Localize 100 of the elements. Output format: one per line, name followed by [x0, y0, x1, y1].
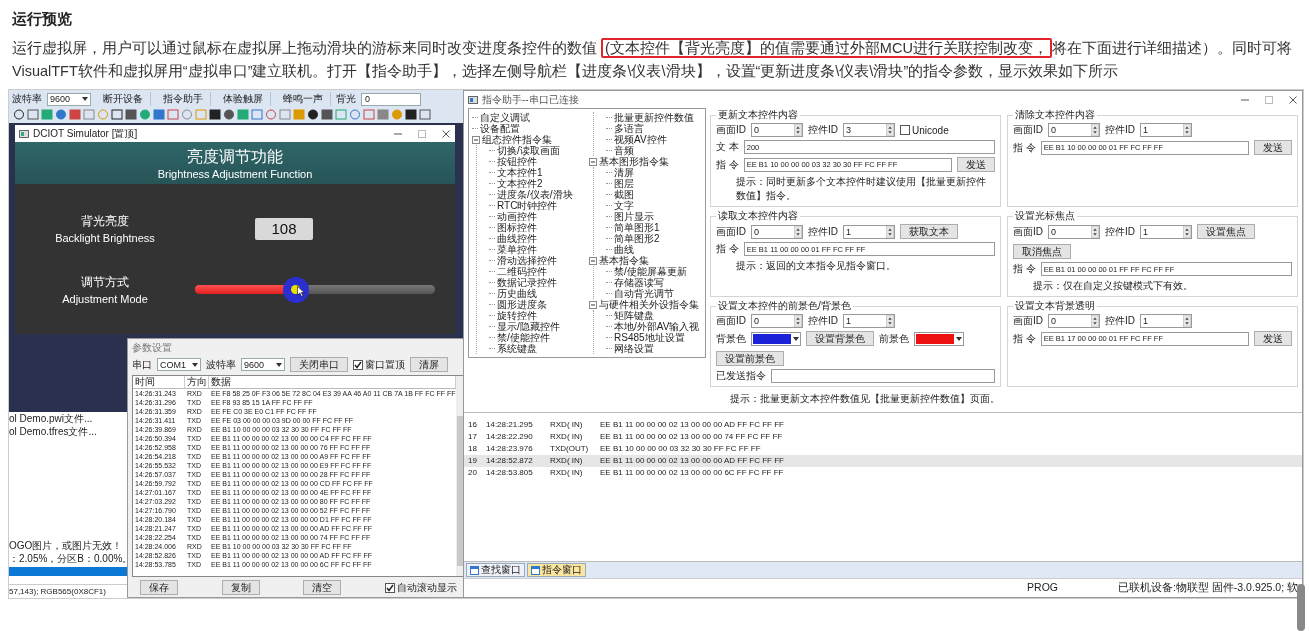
close-port-button[interactable]: 关闭串口 [290, 357, 348, 372]
action-button[interactable]: 发送 [1254, 140, 1292, 155]
color-dropdown[interactable] [751, 331, 801, 346]
action-button[interactable]: 取消焦点 [1013, 244, 1071, 259]
number-spinner[interactable]: 1 [1140, 224, 1192, 239]
port-dropdown[interactable]: COM1 [157, 358, 201, 371]
clear-button[interactable]: 清屏 [410, 357, 448, 372]
window-tab[interactable]: 查找窗口 [466, 563, 525, 577]
tree-item[interactable]: 系统键盘 [497, 343, 537, 354]
number-spinner[interactable]: 3 [843, 123, 895, 137]
tree-item[interactable]: 数据记录控件 [497, 277, 557, 288]
tree-item[interactable]: 矩阵键盘 [614, 310, 654, 321]
tree-item[interactable]: 音频 [614, 145, 634, 156]
tree-item[interactable]: 多语言 [614, 123, 644, 134]
tree-item[interactable]: 按钮控件 [497, 156, 537, 167]
checkbox[interactable]: 自动滚动显示 [384, 580, 457, 595]
tree-item[interactable]: 基本图形指令集 [599, 156, 669, 167]
tree-item[interactable]: 本地/外部AV输入视 [614, 321, 700, 332]
action-button[interactable]: 清空 [303, 580, 342, 595]
tree-item[interactable]: 禁/使能屏幕更新 [614, 266, 687, 277]
close-icon[interactable] [441, 128, 451, 139]
action-button[interactable]: 复制 [221, 580, 260, 595]
collapse-icon[interactable] [589, 256, 597, 265]
tree-item[interactable]: 设备配置 [480, 123, 520, 134]
tree-item[interactable]: 动画控件 [497, 211, 537, 222]
action-button[interactable]: 保存 [140, 580, 178, 595]
maximize-icon[interactable] [417, 128, 427, 139]
action-button[interactable]: 设置背景色 [806, 331, 874, 346]
baud-dropdown[interactable]: 9600 [47, 92, 91, 106]
log-row[interactable]: 18 14:28:23.976 TXD(OUT) EE B1 10 00 00 00 03 32 30 30 FF FC FF FF [464, 443, 1302, 455]
tree-item[interactable]: 图层 [614, 178, 634, 189]
tree-item[interactable]: 存储器读写 [614, 277, 664, 288]
baud-dropdown[interactable]: 9600 [241, 358, 285, 371]
page-scrollbar[interactable] [1297, 584, 1305, 631]
tree-item[interactable]: 图片显示 [614, 211, 654, 222]
text-field[interactable] [771, 369, 995, 383]
action-button[interactable]: 发送 [957, 157, 995, 172]
action-button[interactable]: 设置前景色 [716, 351, 784, 366]
number-spinner[interactable]: 1 [1140, 123, 1192, 137]
scrollbar-drawing[interactable] [455, 376, 464, 576]
tree-item[interactable]: 圆形进度条 [497, 299, 547, 310]
tree-item[interactable]: 文本控件2 [497, 178, 543, 189]
tree-item[interactable]: 二维码控件 [497, 266, 547, 277]
tree-item[interactable]: 历史曲线 [497, 288, 537, 299]
tree-item[interactable]: 切换/读取画面 [497, 145, 560, 156]
number-spinner[interactable]: 1 [1140, 314, 1192, 328]
action-button[interactable]: 获取文本 [900, 224, 958, 239]
tree-item[interactable]: 禁/使能控件 [497, 332, 550, 343]
collapse-icon[interactable] [589, 157, 597, 166]
tree-item[interactable]: 文本控件1 [497, 167, 543, 178]
checkbox[interactable]: 窗口置顶 [353, 357, 405, 372]
tree-item[interactable]: 显示/隐藏控件 [497, 321, 560, 332]
color-dropdown[interactable] [914, 331, 964, 346]
number-spinner[interactable]: 1 [843, 314, 895, 328]
log-row[interactable]: 19 14:28:52.872 RXD( IN) EE B1 11 00 00 00 02 13 00 00 00 AD FF FC FF FF [464, 455, 1302, 467]
tree-item[interactable]: 图标控件 [497, 222, 537, 233]
number-spinner[interactable]: 1 [843, 224, 895, 239]
tree-item[interactable]: 文字 [614, 200, 634, 211]
number-spinner[interactable]: 0 [751, 123, 803, 137]
maximize-icon[interactable] [1264, 94, 1274, 105]
slider-thumb[interactable] [282, 276, 309, 303]
log-row[interactable]: 17 14:28:22.290 RXD( IN) EE B1 11 00 00 00 02 13 00 00 00 74 FF FC FF FF [464, 431, 1302, 443]
tree-item[interactable]: 自定义调试 [480, 112, 530, 123]
tree-item[interactable]: 曲线 [614, 244, 634, 255]
action-button[interactable]: 设置焦点 [1197, 224, 1255, 239]
toolbar-button[interactable]: 断开设备 [96, 92, 151, 106]
backlight-field[interactable]: 0 [361, 92, 421, 106]
tree-item[interactable]: 旋转控件 [497, 310, 537, 321]
tree-item[interactable]: 截图 [614, 189, 634, 200]
tree-item[interactable]: 基本指令集 [599, 255, 649, 266]
tree-item[interactable]: RS485地址设置 [614, 332, 685, 343]
number-spinner[interactable]: 0 [1048, 123, 1100, 137]
tree-item[interactable]: 菜单控件 [497, 244, 537, 255]
tree-item[interactable]: 网络设置 [614, 343, 654, 354]
tree-item[interactable]: 滑动选择控件 [497, 255, 557, 266]
number-spinner[interactable]: 0 [1048, 224, 1100, 239]
tree-item[interactable]: 与硬件相关外设指令集 [599, 299, 699, 310]
collapse-icon[interactable] [589, 300, 597, 309]
toolbar-button[interactable]: 蜂鸣一声 [276, 92, 331, 106]
tree-item[interactable]: 简单图形2 [614, 233, 660, 244]
checkbox[interactable]: Unicode [900, 124, 949, 136]
tree-item[interactable]: 视频AV控件 [614, 134, 667, 145]
number-spinner[interactable]: 0 [1048, 314, 1100, 328]
tree-item[interactable]: 进度条/仪表/滑块 [497, 189, 573, 200]
tree-item[interactable]: 批量更新控件数值 [614, 112, 694, 123]
action-button[interactable]: 发送 [1254, 331, 1292, 346]
toolbar-button[interactable]: 体验触屏 [216, 92, 271, 106]
tree-item[interactable]: 清屏 [614, 167, 634, 178]
log-row[interactable]: 20 14:28:53.805 RXD( IN) EE B1 11 00 00 00 02 13 00 00 00 6C FF FC FF FF [464, 467, 1302, 479]
window-tab[interactable]: 指令窗口 [527, 563, 586, 577]
tree-item[interactable]: 组态控件指令集 [482, 134, 552, 145]
number-spinner[interactable]: 0 [751, 224, 803, 239]
tree-item[interactable]: 简单图形1 [614, 222, 660, 233]
log-row[interactable]: 16 14:28:21.295 RXD( IN) EE B1 11 00 00 00 02 13 00 00 00 AD FF FC FF FF [464, 419, 1302, 431]
number-spinner[interactable]: 0 [751, 314, 803, 328]
collapse-icon[interactable] [472, 135, 480, 144]
close-icon[interactable] [1288, 94, 1298, 105]
tree-item[interactable]: 曲线控件 [497, 233, 537, 244]
tree-item[interactable]: RTC时钟控件 [497, 200, 558, 211]
tree-item[interactable]: 自动背光调节 [614, 288, 674, 299]
